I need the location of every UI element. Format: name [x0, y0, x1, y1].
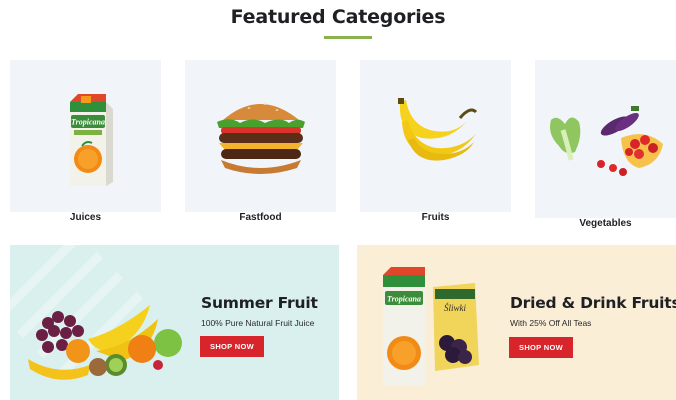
banner-title-summer-fruit: Summer Fruit [201, 294, 318, 312]
category-label-fruits[interactable]: Fruits [360, 212, 511, 223]
fruit-basket-image [28, 305, 182, 380]
svg-text:Śliwki: Śliwki [444, 303, 466, 313]
category-label-juices[interactable]: Juices [10, 212, 161, 223]
promo-banner-summer-fruit[interactable]: Summer Fruit 100% Pure Natural Fruit Jui… [10, 245, 339, 400]
banner-title-dried-drink-fruits: Dried & Drink Fruits [510, 294, 676, 312]
shop-now-button-dried-drink-fruits[interactable]: SHOP NOW [509, 337, 573, 358]
category-tile-fastfood[interactable] [185, 60, 336, 212]
vegetables-bowl-image [550, 106, 663, 176]
category-label-vegetables[interactable]: Vegetables [535, 218, 676, 229]
juice-and-prunes-image: Śliwki Tropicana [383, 267, 479, 385]
juice-carton-image: Tropicana [70, 94, 113, 186]
category-tile-fruits[interactable] [360, 60, 511, 212]
shop-now-button-summer-fruit[interactable]: SHOP NOW [200, 336, 264, 357]
svg-text:Tropicana: Tropicana [71, 118, 105, 127]
section-title: Featured Categories [230, 6, 446, 28]
category-tile-vegetables[interactable] [535, 60, 676, 218]
category-label-fastfood[interactable]: Fastfood [185, 212, 336, 223]
title-underline [324, 36, 372, 39]
category-tile-juices[interactable]: Tropicana [10, 60, 161, 212]
banner-subtitle-summer-fruit: 100% Pure Natural Fruit Juice [201, 318, 315, 328]
burger-image [217, 103, 305, 174]
svg-text:Tropicana: Tropicana [387, 295, 421, 304]
banner-subtitle-dried-drink-fruits: With 25% Off All Teas [510, 318, 592, 328]
promo-banner-dried-drink-fruits[interactable]: Śliwki Tropicana Dried & Drink Fruits Wi… [357, 245, 676, 400]
banana-image [398, 98, 478, 161]
